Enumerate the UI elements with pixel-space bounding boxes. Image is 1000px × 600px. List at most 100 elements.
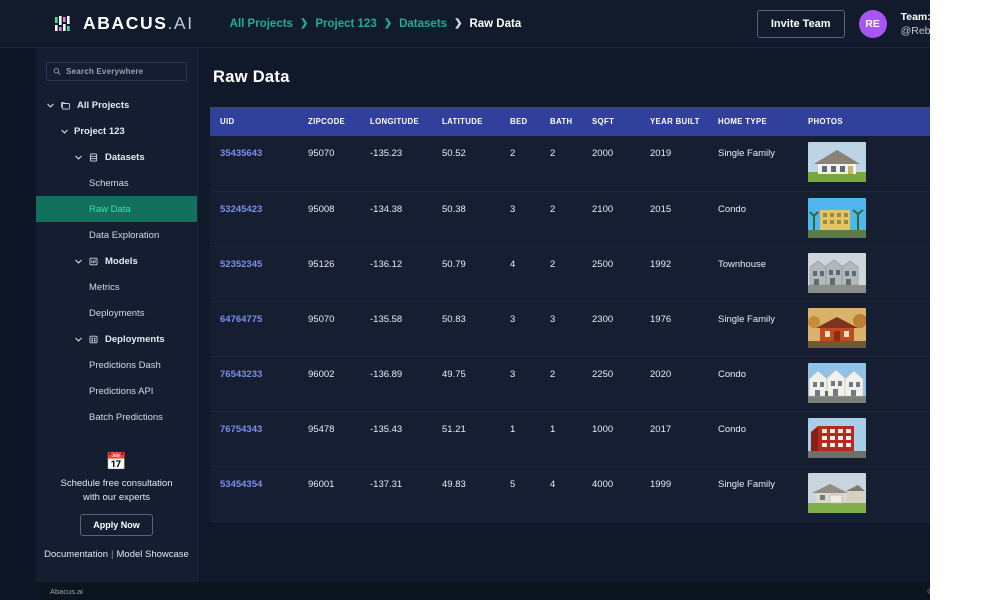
table-row[interactable]: 53245423 95008 -134.38 50.38 3 2 2100 20… (210, 191, 930, 246)
table-row[interactable]: 76754343 95478 -135.43 51.21 1 1 1000 20… (210, 411, 930, 466)
cell-home-type: Single Family (718, 148, 776, 159)
cell-home-type: Single Family (718, 478, 776, 490)
breadcrumb-item-datasets[interactable]: Datasets (399, 18, 447, 30)
property-thumbnail[interactable] (808, 307, 866, 348)
sidebar-item-data-exploration[interactable]: Data Exploration (36, 222, 197, 248)
footer: Abacus.ai © Copyright 2021 (36, 582, 1000, 600)
sidebar-item-all-projects[interactable]: All Projects (36, 92, 197, 118)
model-showcase-link[interactable]: Model Showcase (117, 549, 189, 560)
property-thumbnail[interactable] (808, 252, 866, 293)
brand-name-main: ABACUS (83, 13, 168, 33)
table-row[interactable]: 76543233 96002 -136.89 49.75 3 2 2250 20… (210, 356, 930, 411)
cell-home-type: Townhouse (718, 258, 767, 270)
brand-name: ABACUS.AI (83, 13, 194, 34)
chevron-down-icon (75, 259, 82, 264)
sidebar-item-raw-data[interactable]: Raw Data (36, 196, 197, 222)
cell-uid[interactable]: 52352345 (210, 246, 298, 301)
cell-home-type: Condo (718, 423, 746, 435)
breadcrumb-item-all-projects[interactable]: All Projects (230, 18, 293, 30)
column-header-bed[interactable]: BED (500, 107, 540, 136)
cell-year-built: 2019 (650, 148, 672, 159)
chevron-right-icon: ❯ (454, 18, 463, 29)
cell-bed: 3 (510, 368, 516, 380)
brand-logo[interactable]: ABACUS.AI (54, 13, 194, 34)
breadcrumb-item-project-123[interactable]: Project 123 (315, 18, 376, 30)
sidebar-item-datasets[interactable]: Datasets (36, 144, 197, 170)
cell-latitude: 50.79 (442, 258, 466, 270)
table-body: 35435643 95070 -135.23 50.52 2 2 2000 20… (210, 136, 930, 521)
top-bar: ABACUS.AI All Projects ❯ Project 123 ❯ D… (0, 0, 1000, 48)
table-row[interactable]: 35435643 95070 -135.23 50.52 2 2 2000 20… (210, 136, 930, 191)
search-box[interactable] (46, 62, 187, 81)
sidebar-item-deployments[interactable]: Deployments (36, 326, 197, 352)
cell-photo[interactable] (798, 246, 930, 301)
cell-year-built: 1992 (650, 258, 672, 270)
table-header: UID ZIPCODE LONGITUDE LATITUDE BED BATH … (210, 107, 930, 136)
column-header-uid[interactable]: UID (210, 107, 298, 136)
property-thumbnail[interactable] (808, 142, 866, 182)
cell-zipcode: 95070 (308, 313, 335, 325)
cell-bath: 1 (550, 423, 556, 435)
column-header-longitude[interactable]: LONGITUDE (360, 107, 432, 136)
sidebar-item-label: Predictions Dash (89, 359, 161, 371)
cell-year-built: 2020 (650, 368, 672, 380)
sidebar-item-models[interactable]: Models (36, 248, 197, 274)
cell-longitude: -137.31 (370, 478, 403, 490)
chevron-right-icon: ❯ (383, 18, 393, 29)
avatar[interactable]: RE (858, 10, 887, 38)
cell-bed: 4 (510, 258, 516, 270)
cell-sqft: 2100 (592, 203, 614, 215)
cell-photo[interactable] (798, 191, 930, 246)
cell-uid[interactable]: 76543233 (210, 356, 298, 411)
column-header-year-built[interactable]: YEAR BUILT (640, 107, 708, 136)
cell-zipcode: 95126 (308, 258, 335, 270)
promo-line-2: with our experts (82, 492, 151, 504)
sidebar-item-batch-predictions[interactable]: Batch Predictions (36, 404, 197, 430)
property-thumbnail[interactable] (808, 417, 866, 458)
table-row[interactable]: 53454354 96001 -137.31 49.83 5 4 4000 19… (210, 466, 930, 521)
calendar-icon: 📅 (105, 452, 128, 472)
sidebar-item-predictions-api[interactable]: Predictions API (36, 378, 197, 404)
property-thumbnail[interactable] (808, 362, 866, 403)
table-row[interactable]: 64764775 95070 -135.58 50.83 3 3 2300 19… (210, 301, 930, 356)
column-header-home-type[interactable]: HOME TYPE (708, 107, 798, 136)
cell-photo[interactable] (798, 356, 930, 411)
raw-data-table: UID ZIPCODE LONGITUDE LATITUDE BED BATH … (210, 107, 930, 522)
model-icon (88, 256, 99, 267)
property-thumbnail[interactable] (808, 197, 866, 238)
column-header-latitude[interactable]: LATITUDE (432, 107, 500, 136)
apply-now-button[interactable]: Apply Now (80, 514, 153, 536)
cell-photo[interactable] (798, 411, 930, 466)
cell-photo[interactable] (798, 301, 930, 356)
property-thumbnail[interactable] (808, 472, 866, 513)
documentation-link[interactable]: Documentation (44, 549, 108, 560)
right-edge-strip (930, 0, 1000, 600)
sidebar-item-label: Deployments (89, 307, 145, 319)
sidebar-item-deployments-child[interactable]: Deployments (36, 300, 197, 326)
cell-uid[interactable]: 53245423 (210, 191, 298, 246)
sidebar-item-schemas[interactable]: Schemas (36, 170, 197, 196)
promo-text: Schedule free consultation with our expe… (36, 477, 197, 505)
sidebar-item-label: Schemas (89, 177, 129, 189)
cell-home-type: Condo (718, 368, 746, 380)
cell-bath: 2 (550, 148, 556, 159)
cell-year-built: 1999 (650, 478, 672, 490)
column-header-zipcode[interactable]: ZIPCODE (298, 107, 360, 136)
cell-uid[interactable]: 35435643 (210, 136, 298, 191)
search-input[interactable] (66, 67, 180, 76)
cell-uid[interactable]: 76754343 (210, 411, 298, 466)
sidebar-item-predictions-dash[interactable]: Predictions Dash (36, 352, 197, 378)
sidebar-item-label: Raw Data (89, 203, 131, 215)
invite-team-button[interactable]: Invite Team (756, 10, 845, 38)
table-row[interactable]: 52352345 95126 -136.12 50.79 4 2 2500 19… (210, 246, 930, 301)
sidebar-item-metrics[interactable]: Metrics (36, 274, 197, 300)
cell-photo[interactable] (798, 136, 930, 191)
sidebar-item-project-123[interactable]: Project 123 (36, 118, 197, 144)
cell-latitude: 50.38 (442, 203, 466, 215)
cell-uid[interactable]: 53454354 (210, 466, 298, 521)
column-header-sqft[interactable]: SQFT (582, 107, 640, 136)
column-header-photos[interactable]: PHOTOS (798, 107, 930, 136)
cell-photo[interactable] (798, 466, 930, 521)
cell-uid[interactable]: 64764775 (210, 301, 298, 356)
column-header-bath[interactable]: BATH (540, 107, 582, 136)
